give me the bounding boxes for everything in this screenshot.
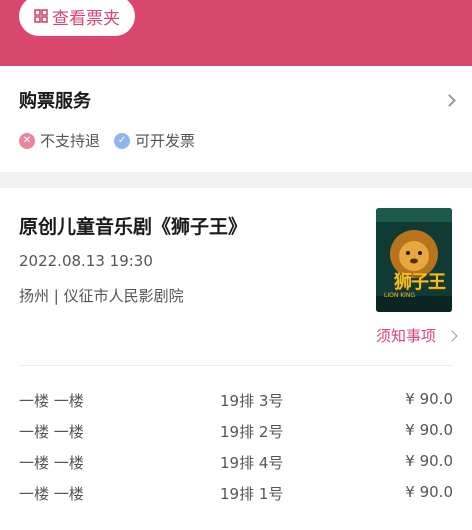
check-circle-icon: ✓	[114, 132, 131, 149]
ticket-price: ¥ 90.0	[405, 483, 453, 501]
divider	[19, 365, 453, 366]
view-ticket-wallet-label: 查看票夹	[52, 8, 120, 29]
ticket-area: 一楼 一楼	[19, 454, 84, 472]
grid-icon	[34, 9, 48, 23]
show-venue: 扬州 | 仪征市人民影剧院	[19, 287, 184, 305]
notice-link[interactable]: 须知事项	[375, 325, 458, 346]
service-tags: ✕ 不支持退 ✓ 可开发票	[19, 130, 209, 151]
poster-subtitle: LION KING	[384, 292, 416, 299]
chevron-right-icon	[446, 329, 458, 342]
invoice-available-tag: ✓ 可开发票	[114, 130, 195, 151]
show-details-card: 原创儿童音乐剧《狮子王》 2022.08.13 19:30 扬州 | 仪征市人民…	[0, 188, 472, 530]
notice-label: 须知事项	[375, 327, 436, 345]
ticket-row: 一楼 一楼 19排 3号 ¥ 90.0	[19, 390, 453, 412]
ticket-area: 一楼 一楼	[19, 423, 84, 441]
ticket-price: ¥ 90.0	[405, 421, 453, 439]
ticket-seat: 19排 2号	[220, 423, 284, 441]
ticket-row: 一楼 一楼 19排 1号 ¥ 90.0	[19, 483, 453, 505]
ticket-area: 一楼 一楼	[19, 485, 84, 503]
show-poster[interactable]: 狮子王 LION KING	[376, 208, 452, 312]
ticket-seat: 19排 1号	[220, 485, 284, 503]
ticket-row: 一楼 一楼 19排 2号 ¥ 90.0	[19, 421, 453, 443]
view-ticket-wallet-button[interactable]: 查看票夹	[19, 0, 135, 36]
no-refund-tag: ✕ 不支持退	[19, 130, 100, 151]
header-band: 查看票夹	[0, 0, 472, 66]
show-title: 原创儿童音乐剧《狮子王》	[19, 216, 248, 238]
ticket-seat: 19排 4号	[220, 454, 284, 472]
show-datetime: 2022.08.13 19:30	[19, 252, 153, 270]
poster-title: 狮子王	[394, 272, 446, 293]
ticket-service-title: 购票服务	[19, 91, 91, 112]
ticket-price: ¥ 90.0	[405, 452, 453, 470]
chevron-right-icon[interactable]	[443, 94, 456, 107]
ticket-row: 一楼 一楼 19排 4号 ¥ 90.0	[19, 452, 453, 474]
ticket-service-section[interactable]: 购票服务 ✕ 不支持退 ✓ 可开发票	[0, 66, 472, 172]
no-refund-label: 不支持退	[40, 132, 101, 150]
x-circle-icon: ✕	[19, 132, 35, 149]
ticket-seat: 19排 3号	[220, 392, 284, 410]
invoice-available-label: 可开发票	[135, 132, 196, 150]
ticket-price: ¥ 90.0	[405, 390, 453, 408]
ticket-area: 一楼 一楼	[19, 392, 84, 410]
